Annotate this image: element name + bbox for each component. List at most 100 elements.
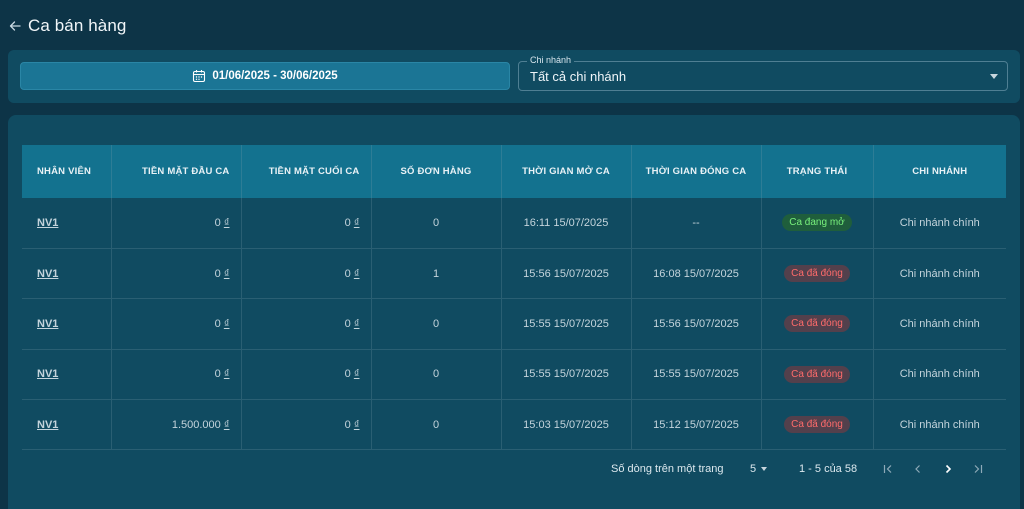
currency-symbol: ₫ (223, 368, 230, 381)
cell-open-time: 15:55 15/07/2025 (501, 349, 632, 401)
first-page-icon[interactable] (879, 460, 897, 478)
cash-end-value: 0 (344, 267, 351, 280)
rows-per-page-select[interactable]: 5 (750, 463, 768, 475)
calendar-icon (192, 69, 206, 83)
date-range-label: 01/06/2025 - 30/06/2025 (212, 70, 338, 82)
staff-link[interactable]: NV1 (37, 318, 58, 330)
cell-cash-end: 0 ₫ (241, 298, 372, 350)
cell-cash-end: 0 ₫ (241, 399, 372, 451)
currency-symbol: ₫ (353, 317, 360, 330)
cell-cash-start: 0 ₫ (111, 349, 242, 401)
column-header-close-time[interactable]: THỜI GIAN ĐÓNG CA (631, 145, 762, 198)
page-header: Ca bán hàng (8, 14, 126, 38)
branch-select-label: Chi nhánh (527, 55, 575, 65)
status-badge: Ca đã đóng (784, 365, 850, 383)
table-row[interactable]: NV1 0 ₫ 0 ₫ 0 15:55 15/07/2025 15:55 15/… (22, 349, 1006, 401)
column-header-cash-start[interactable]: TIỀN MẶT ĐẦU CA (111, 145, 242, 198)
staff-link[interactable]: NV1 (37, 268, 58, 280)
branch-select-value: Tất cả chi nhánh (530, 68, 627, 84)
cell-staff: NV1 (22, 298, 112, 350)
cash-end-value: 0 (344, 216, 351, 229)
currency-symbol: ₫ (353, 216, 360, 229)
status-badge: Ca đã đóng (784, 265, 850, 283)
last-page-icon[interactable] (969, 460, 987, 478)
arrow-left-icon[interactable] (8, 19, 22, 33)
cell-close-time: -- (631, 198, 762, 249)
rows-per-page-value: 5 (750, 463, 757, 475)
cell-staff: NV1 (22, 198, 112, 249)
staff-link[interactable]: NV1 (37, 368, 58, 380)
table-row[interactable]: NV1 0 ₫ 0 ₫ 0 15:55 15/07/2025 15:56 15/… (22, 298, 1006, 350)
column-header-orders[interactable]: SỐ ĐƠN HÀNG (371, 145, 502, 198)
caret-down-icon (761, 467, 768, 471)
cell-branch: Chi nhánh chính (873, 399, 1006, 451)
cell-cash-end: 0 ₫ (241, 198, 372, 249)
caret-down-icon (990, 74, 998, 79)
cell-cash-start: 0 ₫ (111, 198, 242, 249)
status-badge: Ca đã đóng (784, 416, 850, 434)
currency-symbol: ₫ (223, 267, 230, 280)
cell-open-time: 16:11 15/07/2025 (501, 198, 632, 249)
cash-start-value: 0 (214, 317, 221, 330)
chevron-right-icon[interactable] (939, 460, 957, 478)
status-badge: Ca đang mở (782, 214, 852, 232)
column-header-staff[interactable]: NHÂN VIÊN (22, 145, 112, 198)
page: Ca bán hàng 01/06/2025 - 30/06/2025 Chi … (0, 0, 1024, 509)
table-row[interactable]: NV1 1.500.000 ₫ 0 ₫ 0 15:03 15/07/2025 1… (22, 399, 1006, 451)
currency-symbol: ₫ (223, 418, 230, 431)
cell-cash-end: 0 ₫ (241, 248, 372, 300)
currency-symbol: ₫ (353, 267, 360, 280)
shift-table-card: NHÂN VIÊN TIỀN MẶT ĐẦU CA TIỀN MẶT CUỐI … (8, 115, 1020, 509)
pagination-bar: Số dòng trên một trang 5 1 - 5 của 58 (8, 453, 1020, 485)
staff-link[interactable]: NV1 (37, 217, 58, 229)
cell-orders: 1 (371, 248, 502, 300)
cell-cash-start: 0 ₫ (111, 298, 242, 350)
table-row[interactable]: NV1 0 ₫ 0 ₫ 0 16:11 15/07/2025 -- Ca đan… (22, 198, 1006, 249)
cell-branch: Chi nhánh chính (873, 349, 1006, 401)
column-header-branch[interactable]: CHI NHÁNH (873, 145, 1006, 198)
cell-status: Ca đã đóng (761, 399, 874, 451)
cell-open-time: 15:03 15/07/2025 (501, 399, 632, 451)
cell-orders: 0 (371, 349, 502, 401)
column-header-open-time[interactable]: THỜI GIAN MỞ CA (501, 145, 632, 198)
cell-branch: Chi nhánh chính (873, 298, 1006, 350)
cell-open-time: 15:55 15/07/2025 (501, 298, 632, 350)
cash-start-value: 0 (214, 267, 221, 280)
cell-staff: NV1 (22, 399, 112, 451)
cell-staff: NV1 (22, 349, 112, 401)
cell-orders: 0 (371, 198, 502, 249)
column-header-status[interactable]: TRẠNG THÁI (761, 145, 874, 198)
cash-start-value: 0 (214, 368, 221, 381)
cell-close-time: 16:08 15/07/2025 (631, 248, 762, 300)
cell-close-time: 15:55 15/07/2025 (631, 349, 762, 401)
cell-staff: NV1 (22, 248, 112, 300)
cell-status: Ca đã đóng (761, 298, 874, 350)
cash-start-value: 0 (214, 216, 221, 229)
cell-open-time: 15:56 15/07/2025 (501, 248, 632, 300)
shift-table: NHÂN VIÊN TIỀN MẶT ĐẦU CA TIỀN MẶT CUỐI … (22, 145, 1006, 451)
cell-branch: Chi nhánh chính (873, 248, 1006, 300)
currency-symbol: ₫ (353, 368, 360, 381)
branch-select[interactable]: Chi nhánh Tất cả chi nhánh (518, 55, 1008, 91)
column-header-cash-end[interactable]: TIỀN MẶT CUỐI CA (241, 145, 372, 198)
shift-table-wrapper: NHÂN VIÊN TIỀN MẶT ĐẦU CA TIỀN MẶT CUỐI … (22, 145, 1006, 451)
cell-orders: 0 (371, 399, 502, 451)
cell-cash-start: 0 ₫ (111, 248, 242, 300)
currency-symbol: ₫ (353, 418, 360, 431)
page-title: Ca bán hàng (28, 16, 127, 35)
cash-end-value: 0 (344, 368, 351, 381)
cell-cash-end: 0 ₫ (241, 349, 372, 401)
cell-close-time: 15:56 15/07/2025 (631, 298, 762, 350)
table-header-row: NHÂN VIÊN TIỀN MẶT ĐẦU CA TIỀN MẶT CUỐI … (22, 145, 1006, 198)
cell-status: Ca đang mở (761, 198, 874, 249)
date-range-button[interactable]: 01/06/2025 - 30/06/2025 (20, 62, 510, 90)
rows-per-page-label: Số dòng trên một trang (611, 463, 724, 475)
cell-status: Ca đã đóng (761, 248, 874, 300)
currency-symbol: ₫ (223, 317, 230, 330)
cell-status: Ca đã đóng (761, 349, 874, 401)
chevron-left-icon[interactable] (909, 460, 927, 478)
table-row[interactable]: NV1 0 ₫ 0 ₫ 1 15:56 15/07/2025 16:08 15/… (22, 248, 1006, 300)
staff-link[interactable]: NV1 (37, 419, 58, 431)
cash-end-value: 0 (344, 317, 351, 330)
cell-orders: 0 (371, 298, 502, 350)
